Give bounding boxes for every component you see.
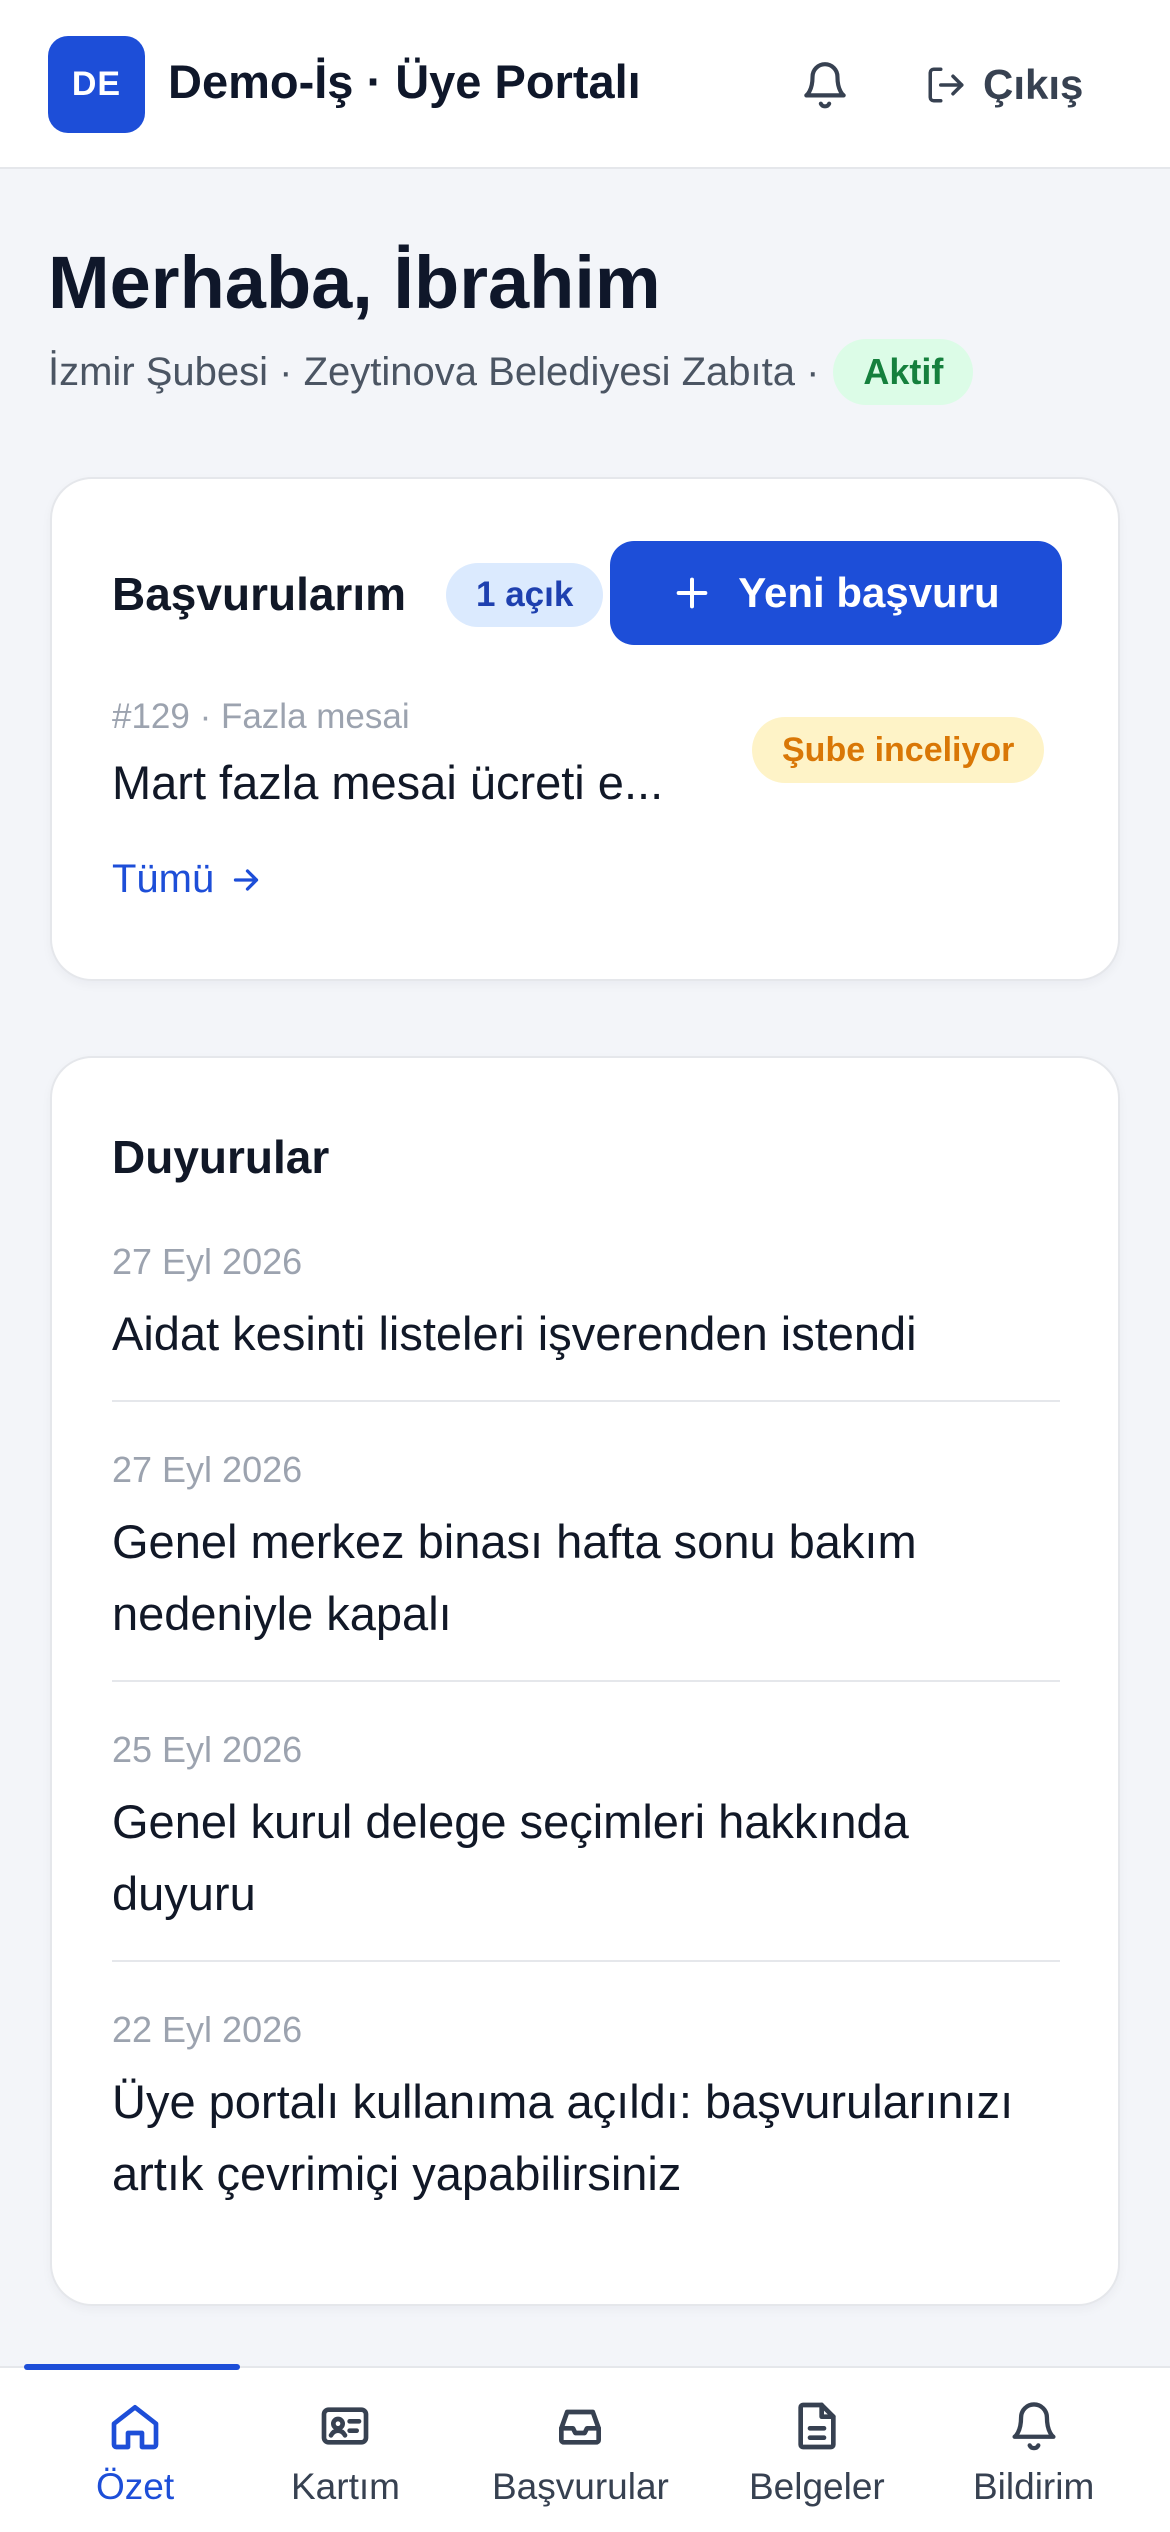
all-link-label: Tümü <box>112 857 215 901</box>
announcements-title: Duyurular <box>112 1131 330 1183</box>
application-meta: #129 · Fazla mesai <box>112 697 410 736</box>
applications-card: Başvurularım 1 açık Yeni başvuru #129 · … <box>50 477 1120 981</box>
announcement-date: 25 Eyl 2026 <box>112 1729 303 1770</box>
logout-icon <box>928 67 964 103</box>
member-info: İzmir Şubesi · Zeytinova Belediyesi Zabı… <box>48 338 974 406</box>
new-application-label: Yeni başvuru <box>738 569 1000 616</box>
id-card-icon <box>322 2407 369 2445</box>
page-title: Merhaba, İbrahim <box>48 241 661 324</box>
nav-label: Kartım <box>291 2466 400 2507</box>
announcement-text: Genel merkez binası hafta sonu bakım ned… <box>112 1515 917 1640</box>
arrow-right-icon <box>234 868 259 891</box>
plus-icon <box>676 577 708 609</box>
application-status-badge: Şube inceliyor <box>752 717 1045 783</box>
announcement-item[interactable]: 25 Eyl 2026 Genel kurul delege seçimleri… <box>112 1726 1060 1962</box>
nav-label: Belgeler <box>749 2466 885 2507</box>
open-count-badge: 1 açık <box>446 563 604 627</box>
top-bar: DE Demo-İş · Üye Portalı Çıkış <box>0 0 1170 169</box>
nav-item-card[interactable]: Kartım <box>291 2398 400 2518</box>
announcement-item[interactable]: 27 Eyl 2026 Genel merkez binası hafta so… <box>112 1446 1060 1682</box>
announcements-card: Duyurular 27 Eyl 2026 Aidat kesinti list… <box>50 1056 1120 2306</box>
announcement-item[interactable]: 27 Eyl 2026 Aidat kesinti listeleri işve… <box>112 1238 1060 1402</box>
applications-title: Başvurularım <box>112 568 407 620</box>
new-application-button[interactable]: Yeni başvuru <box>610 541 1062 645</box>
app-title: Demo-İş · Üye Portalı <box>168 55 641 108</box>
announcement-item[interactable]: 22 Eyl 2026 Üye portalı kullanıma açıldı… <box>112 2006 1060 2240</box>
announcement-date: 27 Eyl 2026 <box>112 1449 303 1490</box>
inbox-icon <box>559 2409 602 2445</box>
all-applications-link[interactable]: Tümü <box>112 857 264 902</box>
bottom-nav: Özet Kartım Başvurular Belgeler Bildirim <box>0 2364 1170 2532</box>
app-logo: DE <box>48 36 145 133</box>
announcement-text: Aidat kesinti listeleri işverenden isten… <box>112 1307 917 1360</box>
bell-icon <box>804 62 846 109</box>
member-branch-workplace: İzmir Şubesi · Zeytinova Belediyesi Zabı… <box>48 349 820 394</box>
nav-item-summary[interactable]: Özet <box>96 2398 174 2518</box>
active-tab-indicator <box>24 2364 240 2370</box>
announcement-date: 27 Eyl 2026 <box>112 1241 303 1282</box>
status-badge: Aktif <box>833 339 974 405</box>
document-icon <box>798 2402 836 2450</box>
nav-item-applications[interactable]: Başvurular <box>492 2398 669 2518</box>
nav-label: Özet <box>96 2466 175 2507</box>
nav-item-documents[interactable]: Belgeler <box>749 2398 885 2518</box>
announcement-date: 22 Eyl 2026 <box>112 2009 303 2050</box>
announcement-text: Üye portalı kullanıma açıldı: başvurular… <box>112 2075 1014 2200</box>
application-title[interactable]: Mart fazla mesai ücreti e... <box>112 755 663 810</box>
home-icon <box>111 2405 159 2450</box>
notifications-button[interactable] <box>790 50 860 120</box>
bell-icon <box>1012 2402 1056 2451</box>
announcements-list: 27 Eyl 2026 Aidat kesinti listeleri işve… <box>112 1238 1060 2240</box>
nav-label: Bildirim <box>973 2466 1095 2507</box>
announcement-text: Genel kurul delege seçimleri hakkında du… <box>112 1795 909 1920</box>
nav-item-notifications[interactable]: Bildirim <box>973 2398 1094 2518</box>
logout-label: Çıkış <box>983 61 1084 108</box>
logout-button[interactable]: Çıkış <box>925 54 1083 116</box>
nav-label: Başvurular <box>492 2466 669 2507</box>
